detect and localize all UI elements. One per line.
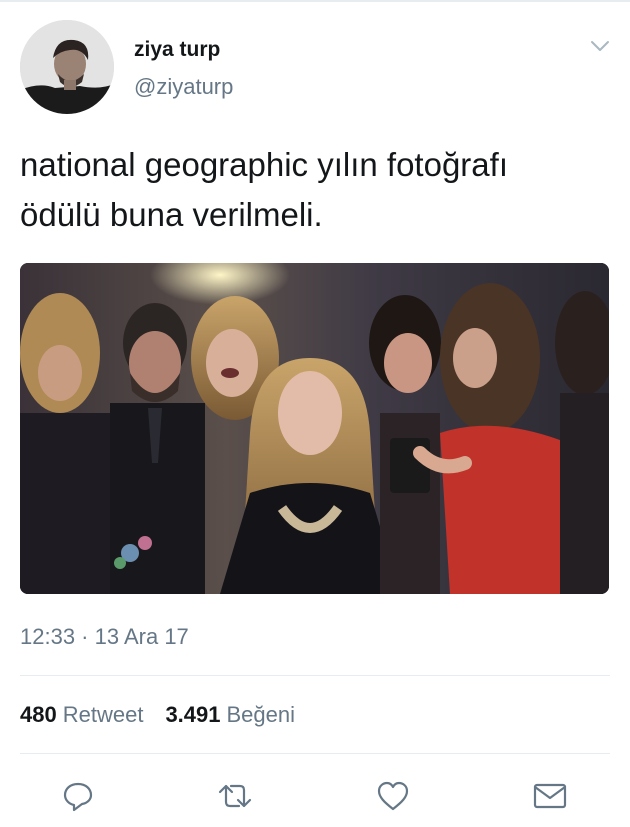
like-button[interactable] xyxy=(373,776,413,816)
action-bar xyxy=(0,776,630,816)
retweet-icon xyxy=(218,784,252,808)
tweet-timestamp[interactable]: 12:33 · 13 Ara 17 xyxy=(20,624,189,650)
divider xyxy=(20,753,610,754)
tweet-stats: 480 Retweet 3.491 Beğeni xyxy=(20,702,317,728)
retweet-button[interactable] xyxy=(215,776,255,816)
avatar[interactable] xyxy=(20,20,114,114)
author-handle[interactable]: @ziyaturp xyxy=(134,74,233,100)
tweet-photo[interactable] xyxy=(20,263,609,594)
likes-stat[interactable]: 3.491 Beğeni xyxy=(165,702,295,728)
likes-count: 3.491 xyxy=(165,702,221,727)
envelope-icon xyxy=(533,783,567,809)
reply-icon xyxy=(63,782,93,812)
more-options-button[interactable] xyxy=(586,34,614,58)
author-display-name[interactable]: ziya turp xyxy=(134,38,220,62)
heart-icon xyxy=(377,781,409,811)
tweet-text: national geographic yılın fotoğrafı ödül… xyxy=(20,146,508,233)
retweets-label: Retweet xyxy=(62,702,144,727)
reply-button[interactable] xyxy=(58,776,98,816)
share-button[interactable] xyxy=(530,776,570,816)
chevron-down-icon xyxy=(591,41,609,51)
divider xyxy=(20,675,610,676)
retweets-stat[interactable]: 480 Retweet xyxy=(20,702,143,728)
retweets-count: 480 xyxy=(20,702,57,727)
likes-label: Beğeni xyxy=(226,702,296,727)
top-border xyxy=(0,0,630,2)
